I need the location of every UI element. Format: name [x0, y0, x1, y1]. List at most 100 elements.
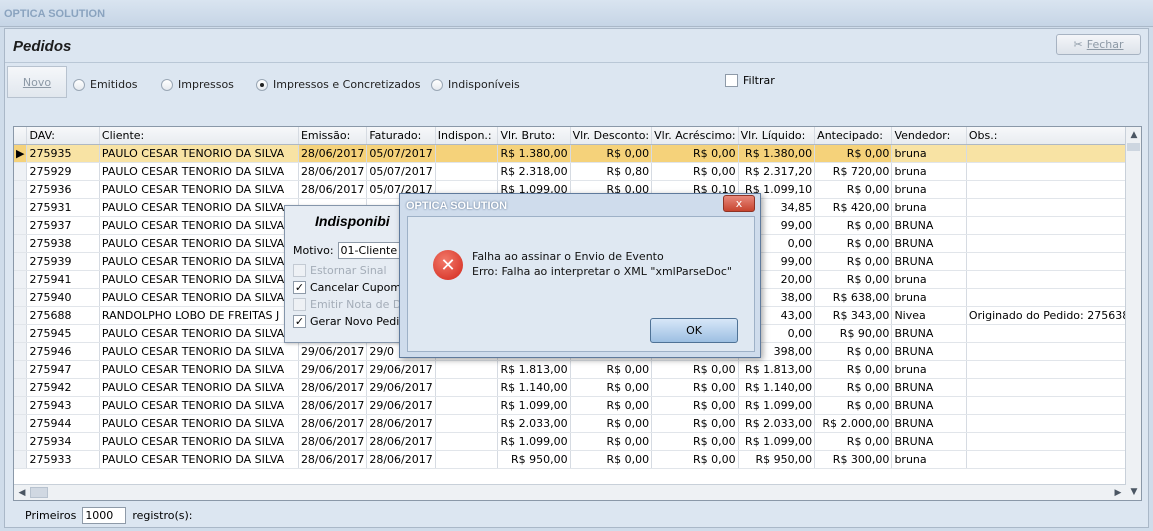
- table-cell: BRUNA: [891, 378, 967, 397]
- horizontal-scrollbar[interactable]: ◀ ▶: [14, 484, 1126, 500]
- table-cell: BRUNA: [891, 252, 967, 271]
- column-header[interactable]: Vendedor:: [891, 127, 967, 145]
- table-cell: PAULO CESAR TENORIO DA SILVA: [99, 144, 299, 163]
- table-cell: 275943: [26, 396, 100, 415]
- table-cell: 28/06/2017: [366, 414, 436, 433]
- radio-impressos[interactable]: Impressos: [161, 78, 234, 91]
- scroll-thumb[interactable]: [1127, 143, 1140, 151]
- table-cell: R$ 0,00: [814, 252, 893, 271]
- records-count-input[interactable]: [82, 507, 127, 524]
- table-cell: PAULO CESAR TENORIO DA SILVA: [99, 378, 299, 397]
- row-indicator: [14, 216, 28, 235]
- table-cell: R$ 0,00: [814, 270, 893, 289]
- table-row[interactable]: 275944 PAULO CESAR TENORIO DA SILVA 28/06/…: [14, 414, 1141, 433]
- column-header[interactable]: Cliente:: [99, 127, 299, 145]
- close-button[interactable]: ✂ Fechar: [1056, 34, 1141, 55]
- row-indicator: [14, 180, 28, 199]
- table-cell: R$ 1.140,00: [497, 378, 571, 397]
- motivo-label: Motivo:: [293, 244, 334, 257]
- scroll-left-icon[interactable]: ◀: [14, 485, 30, 500]
- error-icon: ✕: [433, 250, 463, 280]
- table-cell: R$ 0,80: [570, 162, 653, 181]
- table-cell: R$ 90,00: [814, 324, 893, 343]
- table-cell: BRUNA: [891, 234, 967, 253]
- radio-emitidos[interactable]: Emitidos: [73, 78, 138, 91]
- table-cell: R$ 0,00: [814, 180, 893, 199]
- row-indicator: [14, 234, 28, 253]
- error-line-1: Falha ao assinar o Envio de Evento: [472, 250, 664, 263]
- estornar-sinal-checkbox[interactable]: Estornar Sinal: [293, 264, 387, 277]
- table-cell: 28/06/2017: [298, 396, 368, 415]
- column-header[interactable]: Antecipado:: [814, 127, 893, 145]
- table-cell: bruna: [891, 450, 967, 469]
- table-cell: [966, 288, 1141, 307]
- close-icon[interactable]: x: [723, 195, 755, 212]
- table-cell: [435, 360, 499, 379]
- table-cell: 275688: [26, 306, 100, 325]
- scroll-down-icon[interactable]: ▼: [1126, 484, 1141, 500]
- table-cell: [966, 270, 1141, 289]
- radio-dot: [431, 78, 443, 91]
- radio-impressos-concretizados[interactable]: Impressos e Concretizados: [256, 78, 420, 91]
- table-cell: R$ 0,00: [814, 432, 893, 451]
- row-indicator: [14, 450, 28, 469]
- table-cell: BRUNA: [891, 396, 967, 415]
- table-cell: [966, 396, 1141, 415]
- error-line-2: Erro: Falha ao interpretar o XML "xmlPar…: [472, 265, 732, 278]
- table-row[interactable]: 275943 PAULO CESAR TENORIO DA SILVA 28/06/…: [14, 396, 1141, 415]
- table-cell: R$ 1.813,00: [497, 360, 571, 379]
- table-row[interactable]: 275942 PAULO CESAR TENORIO DA SILVA 28/06/…: [14, 378, 1141, 397]
- column-header[interactable]: Vlr. Acréscimo:: [651, 127, 739, 145]
- table-row[interactable]: 275933 PAULO CESAR TENORIO DA SILVA 28/06/…: [14, 450, 1141, 469]
- table-row[interactable]: ▶ 275935 PAULO CESAR TENORIO DA SILVA 28/06…: [14, 144, 1141, 163]
- row-indicator: [14, 414, 28, 433]
- hscroll-thumb[interactable]: [30, 487, 48, 498]
- table-row[interactable]: 275929 PAULO CESAR TENORIO DA SILVA 28/06/…: [14, 162, 1141, 181]
- new-button[interactable]: Novo: [7, 66, 67, 98]
- table-cell: R$ 0,00: [570, 360, 653, 379]
- table-cell: 275931: [26, 198, 100, 217]
- table-cell: 28/06/2017: [298, 162, 368, 181]
- table-cell: PAULO CESAR TENORIO DA SILVA: [99, 324, 299, 343]
- table-cell: BRUNA: [891, 324, 967, 343]
- table-cell: BRUNA: [891, 432, 967, 451]
- table-row[interactable]: 275934 PAULO CESAR TENORIO DA SILVA 28/06/…: [14, 432, 1141, 451]
- table-cell: 28/06/2017: [298, 414, 368, 433]
- table-cell: R$ 1.099,00: [738, 432, 816, 451]
- table-cell: [966, 324, 1141, 343]
- table-row[interactable]: 275947 PAULO CESAR TENORIO DA SILVA 29/06/…: [14, 360, 1141, 379]
- scroll-up-icon[interactable]: ▲: [1126, 127, 1141, 143]
- ok-button[interactable]: OK: [650, 318, 738, 343]
- table-cell: R$ 720,00: [814, 162, 893, 181]
- page-title: Pedidos: [13, 38, 72, 55]
- table-cell: 275933: [26, 450, 100, 469]
- scroll-right-icon[interactable]: ▶: [1110, 485, 1126, 500]
- column-header[interactable]: DAV:: [26, 127, 100, 145]
- table-cell: 28/06/2017: [366, 432, 436, 451]
- column-header[interactable]: Faturado:: [366, 127, 436, 145]
- filter-checkbox[interactable]: Filtrar: [725, 74, 775, 87]
- column-header[interactable]: Vlr. Desconto:: [570, 127, 653, 145]
- column-header[interactable]: Emissão:: [298, 127, 368, 145]
- radio-indisponiveis[interactable]: Indisponíveis: [431, 78, 520, 91]
- row-indicator: [14, 288, 28, 307]
- table-cell: 28/06/2017: [298, 144, 368, 163]
- table-cell: [435, 450, 499, 469]
- cancelar-cupom-checkbox[interactable]: ✓ Cancelar Cupom: [293, 281, 401, 294]
- table-cell: 275935: [26, 144, 100, 163]
- table-cell: PAULO CESAR TENORIO DA SILVA: [99, 288, 299, 307]
- gerar-novo-pedido-checkbox[interactable]: ✓ Gerar Novo Pedido: [293, 315, 413, 328]
- table-cell: R$ 1.380,00: [497, 144, 571, 163]
- table-cell: 275946: [26, 342, 100, 361]
- table-cell: 275942: [26, 378, 100, 397]
- table-cell: 275947: [26, 360, 100, 379]
- vertical-scrollbar[interactable]: ▲ ▼: [1125, 127, 1141, 500]
- column-header[interactable]: Obs.:: [966, 127, 1141, 145]
- emitir-nota-checkbox[interactable]: Emitir Nota de De: [293, 298, 408, 311]
- row-indicator-header: [14, 127, 28, 145]
- column-header[interactable]: Indispon.:: [435, 127, 499, 145]
- column-header[interactable]: Vlr. Bruto:: [497, 127, 571, 145]
- column-header[interactable]: Vlr. Líquido:: [738, 127, 816, 145]
- table-cell: Originado do Pedido: 275638: [966, 306, 1141, 325]
- checkbox-box: [293, 298, 306, 311]
